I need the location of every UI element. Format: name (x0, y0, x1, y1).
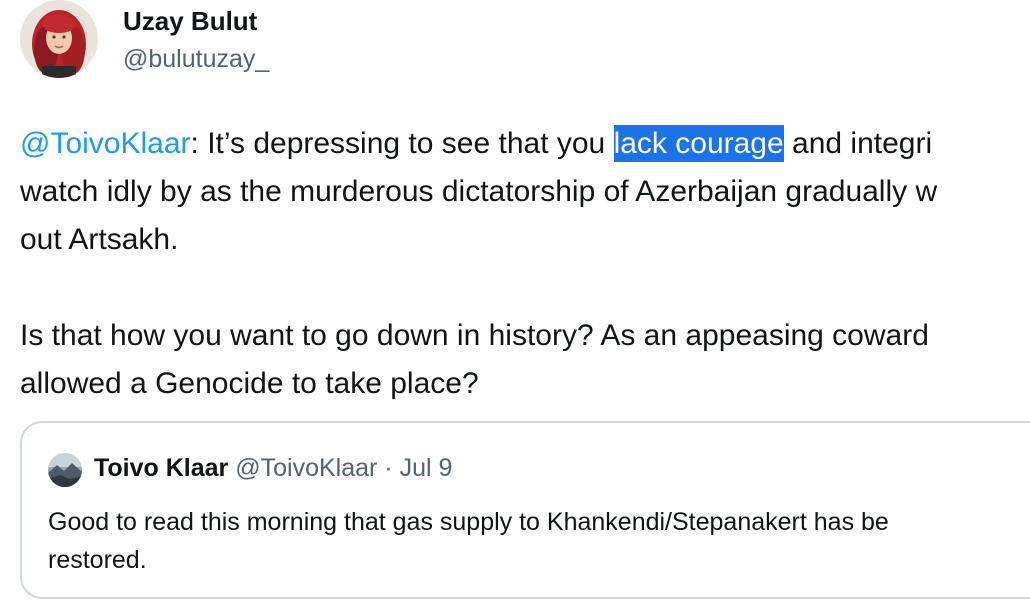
author-name[interactable]: Uzay Bulut (123, 6, 257, 37)
avatar-red-hair-woman-icon (20, 0, 98, 78)
quoted-tweet-text: Good to read this morning that gas suppl… (48, 503, 1030, 579)
quoted-author-name[interactable]: Toivo Klaar (94, 454, 228, 482)
quoted-tweet-date[interactable]: Jul 9 (400, 454, 453, 482)
tweet-line-1: @ToivoKlaar: It’s depressing to see that… (20, 120, 1030, 168)
quoted-line-1: Good to read this morning that gas suppl… (48, 508, 889, 536)
meta-separator: · (377, 454, 400, 482)
selected-text: lack courage (613, 125, 784, 162)
quoted-line-2: restored. (48, 546, 147, 574)
avatar-landscape-icon (48, 453, 82, 487)
quoted-tweet-card[interactable]: Toivo Klaar @ToivoKlaar · Jul 9 Good to … (20, 421, 1030, 599)
tweet-line-2: watch idly by as the murderous dictators… (20, 175, 938, 208)
quoted-author-avatar[interactable] (48, 453, 82, 487)
author-avatar[interactable] (20, 0, 98, 78)
tweet: Uzay Bulut @bulutuzay_ @ToivoKlaar: It’s… (0, 0, 1030, 600)
tweet-line-4: Is that how you want to go down in histo… (20, 319, 929, 352)
tweet-line-1-end: and integri (783, 127, 933, 160)
quoted-tweet-header: Toivo Klaar @ToivoKlaar · Jul 9 (94, 454, 452, 483)
quoted-author-handle[interactable]: @ToivoKlaar (235, 454, 377, 482)
tweet-line-3: out Artsakh. (20, 223, 179, 256)
author-handle[interactable]: @bulutuzay_ (123, 45, 269, 74)
tweet-line-5: allowed a Genocide to take place? (20, 367, 479, 400)
mention-link[interactable]: @ToivoKlaar (20, 127, 191, 160)
tweet-line-1-text: : It’s depressing to see that you (190, 127, 614, 160)
tweet-text: @ToivoKlaar: It’s depressing to see that… (20, 120, 1030, 408)
